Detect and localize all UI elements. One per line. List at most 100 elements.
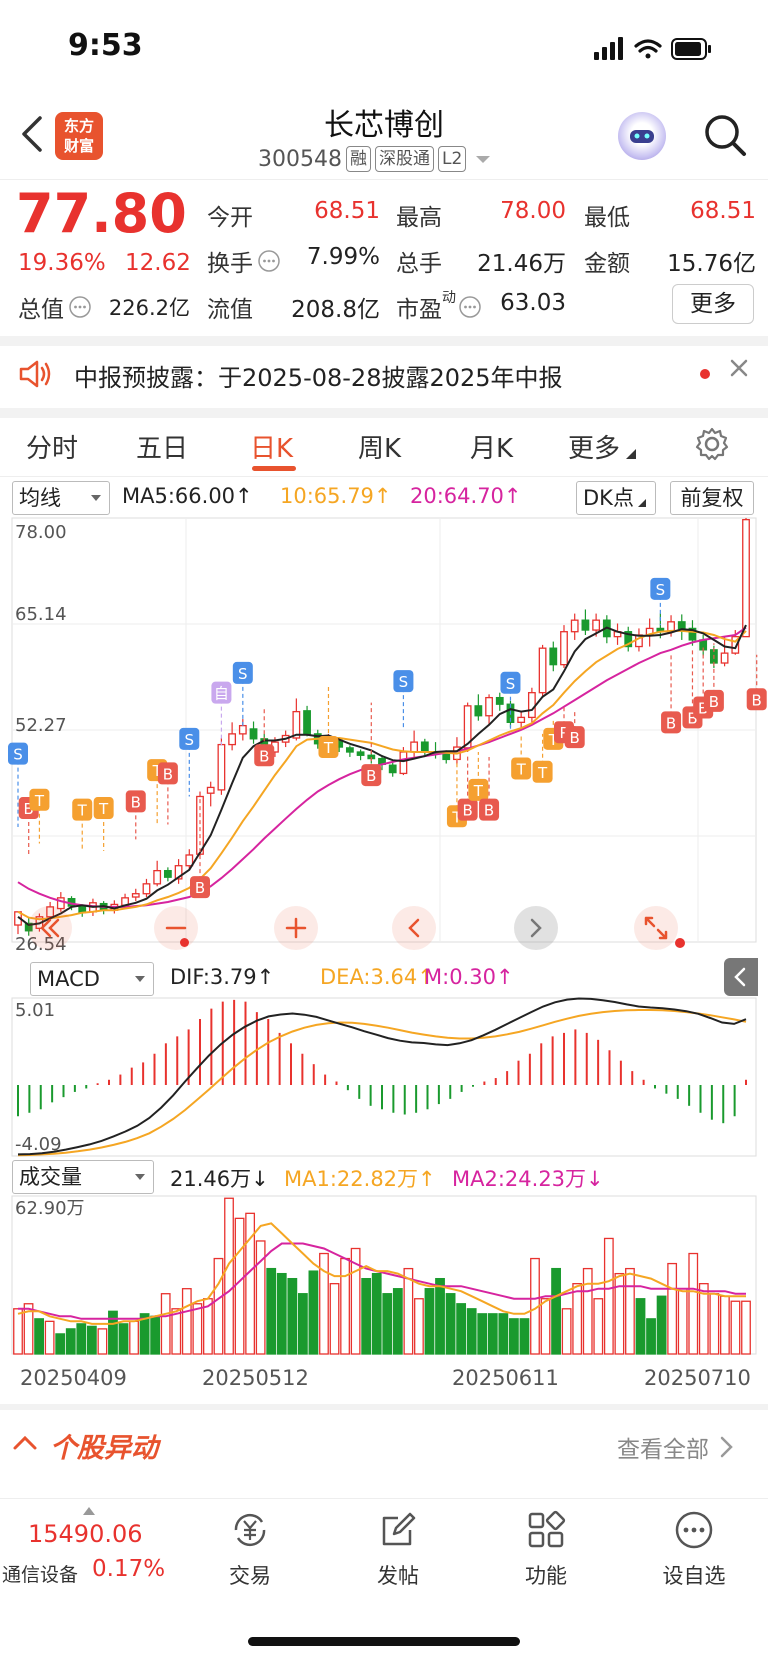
volume-bar [456,1303,467,1355]
scroll-right-button[interactable] [514,906,558,950]
volume-bar [150,1315,161,1355]
candle [303,710,311,735]
candle [538,647,547,694]
nav-functions[interactable]: 功能 [496,1508,596,1590]
signal-label: T [516,760,527,778]
volume-bar [192,1303,203,1355]
dif-line [17,997,747,1156]
candle [217,743,226,791]
zoom-in-button[interactable] [274,906,318,950]
volume-bar [86,1325,97,1355]
volume-bar [34,1318,45,1355]
scroll-left-button[interactable] [392,906,436,950]
macd-range-label: 5.01 [15,1000,55,1021]
candle [742,518,750,638]
volume-bar [129,1320,139,1355]
volume-bar [108,1310,118,1355]
signal-label: B [484,802,494,820]
ma5-line [17,624,747,927]
zoom-dot [180,938,189,947]
candle [720,652,729,664]
nav-trade[interactable]: 交易 [200,1508,300,1590]
candle [153,869,162,885]
yuan-refresh-icon [234,1513,266,1547]
volume-bar [741,1300,751,1355]
signal-label: B [462,802,472,820]
candle [677,621,686,630]
volume-bar [635,1298,646,1355]
signal-label: T [77,802,88,820]
volume-bar [13,1308,23,1355]
macd-range-label: -4.09 [15,1134,62,1155]
volume-max-label: 62.90万 [15,1198,85,1219]
signal-label: B [131,793,141,811]
volume-bar [572,1283,583,1355]
candle [549,647,558,666]
sector-index-value[interactable]: 15490.06 [28,1520,143,1548]
chevron-right-icon [530,918,542,938]
kline-chart[interactable]: SBTTTBTBSB自SBTBSTBTBSTTTPBSBBBBBSB78.006… [0,0,768,1410]
volume-bar [435,1277,445,1355]
chevron-left-icon [408,918,420,938]
chevron-up-icon [13,1435,37,1450]
candle [495,696,504,705]
signal-label: S [506,675,516,693]
volume-bar [487,1313,498,1355]
view-all-link[interactable]: 查看全部 [617,1430,737,1464]
signal-label: B [195,879,205,897]
zoom-out-button[interactable] [154,906,198,950]
volume-bar [297,1293,308,1355]
candle [249,728,258,740]
candle [410,741,419,753]
candle [142,883,151,895]
candle [581,619,590,631]
volume-bar [160,1293,171,1355]
date-label: 20250611 [452,1366,559,1390]
signal-label: 自 [214,685,229,703]
signal-label: S [13,746,23,764]
grid-icon [528,1510,566,1548]
signal-label: B [570,729,580,747]
volume-bar [730,1300,741,1355]
volume-bar [540,1298,551,1355]
candle [399,751,408,775]
volume-bar [55,1333,66,1355]
volume-bar [171,1308,182,1355]
candle [517,716,526,723]
volume-bar [667,1262,678,1355]
scroll-left-fast-button[interactable] [28,906,72,950]
volume-bar [329,1283,340,1355]
signal-label: B [163,765,173,783]
volume-bar [719,1295,730,1355]
volume-bar [551,1267,561,1355]
candle [356,751,365,756]
y-tick-label: 78.00 [15,522,67,543]
volume-bar [371,1272,382,1355]
signal-label: B [666,714,676,732]
volume-bar [477,1313,488,1355]
volume-bar [603,1237,614,1355]
nav-post[interactable]: 发帖 [348,1508,448,1590]
signal-label: S [399,673,409,691]
signal-label: S [238,665,248,683]
fullscreen-button[interactable] [634,906,678,950]
date-label: 20250710 [644,1366,751,1390]
edit-icon [382,1512,416,1546]
volume-bar [287,1277,298,1355]
volume-bar [340,1257,350,1355]
volume-bar [593,1298,604,1355]
date-label: 20250409 [20,1366,127,1390]
volume-bar [414,1298,424,1355]
y-tick-label: 65.14 [15,604,67,625]
candle [185,854,194,867]
volume-bar [44,1320,55,1355]
volume-bar [76,1323,87,1355]
up-triangle-icon [83,1507,95,1515]
signal-label: B [709,693,719,711]
candle [163,869,172,878]
nav-add-watchlist[interactable]: 设自选 [644,1508,744,1590]
candle [485,696,493,717]
candle [228,733,237,746]
volume-bar [308,1270,319,1355]
ma10-line [17,629,747,921]
